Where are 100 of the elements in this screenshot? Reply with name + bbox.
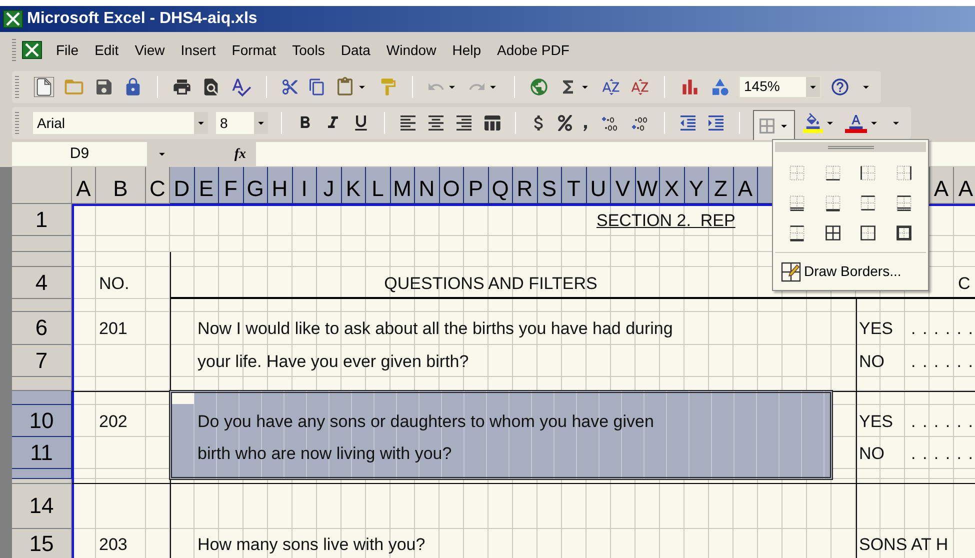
help-icon[interactable] [830, 76, 850, 96]
column-header[interactable]: W [636, 167, 660, 204]
align-right-icon[interactable] [454, 113, 474, 133]
sort-descending-icon[interactable] [630, 76, 650, 96]
menu-item[interactable]: Adobe PDF [491, 40, 576, 60]
row-header[interactable]: 7 [12, 345, 72, 377]
column-header[interactable]: A [734, 167, 758, 204]
column-header[interactable]: R [513, 167, 538, 204]
top-and-double-bottom-border-icon[interactable] [895, 194, 914, 212]
menu-item[interactable]: Data [334, 40, 376, 60]
insert-function-button[interactable]: fx [234, 144, 246, 164]
menu-item[interactable]: File [50, 40, 85, 60]
toolbar-grip[interactable] [15, 112, 19, 134]
column-header[interactable]: X [660, 167, 684, 204]
menu-item[interactable]: Insert [174, 40, 222, 60]
toolbar-grip[interactable] [12, 39, 16, 61]
print-icon[interactable] [172, 76, 192, 96]
menu-item[interactable]: Window [380, 40, 442, 60]
column-header[interactable]: N [415, 167, 440, 204]
font-size-dropdown[interactable]: 8 [216, 112, 268, 134]
row-header[interactable]: 10 [12, 405, 72, 437]
column-header[interactable]: A [954, 167, 975, 204]
column-header[interactable]: U [586, 167, 611, 204]
column-header[interactable]: B [96, 167, 146, 204]
column-header[interactable]: O [440, 167, 464, 204]
paste-icon[interactable] [335, 76, 355, 96]
double-bottom-border-icon[interactable] [788, 194, 806, 212]
column-header[interactable]: J [317, 167, 342, 204]
menu-item[interactable]: Edit [88, 40, 125, 60]
column-header[interactable]: S [538, 167, 562, 204]
toolbar-grip[interactable] [15, 76, 19, 98]
copy-icon[interactable] [308, 78, 326, 96]
select-all-corner[interactable] [12, 167, 72, 204]
column-header[interactable]: D [170, 167, 194, 204]
decrease-indent-icon[interactable] [678, 113, 698, 133]
row-header[interactable]: 4 [12, 267, 72, 299]
row-header[interactable] [12, 479, 72, 484]
top-and-bottom-border-icon[interactable] [859, 194, 878, 212]
bottom-border-icon[interactable] [824, 164, 842, 182]
zoom-dropdown[interactable]: 145% [739, 76, 821, 98]
row-header[interactable] [12, 236, 72, 252]
globe-icon[interactable] [529, 76, 549, 96]
column-header[interactable]: A [72, 167, 96, 204]
column-header[interactable]: Y [684, 167, 709, 204]
merge-center-icon[interactable] [482, 113, 502, 133]
column-header[interactable]: K [342, 167, 366, 204]
font-dropdown[interactable]: Arial [33, 112, 208, 134]
column-header[interactable]: L [366, 167, 390, 204]
row-header[interactable]: 11 [12, 437, 72, 469]
row-header[interactable]: 1 [12, 204, 72, 236]
menu-item[interactable]: Tools [286, 40, 331, 60]
increase-indent-icon[interactable] [706, 113, 726, 133]
column-header[interactable]: P [464, 167, 488, 204]
outside-borders-icon[interactable] [859, 224, 878, 242]
drawing-icon[interactable] [710, 76, 730, 96]
thick-bottom-border-icon[interactable] [824, 194, 842, 212]
question-number: NO. [98, 274, 130, 292]
left-border-icon[interactable] [859, 164, 878, 182]
column-header[interactable]: I [292, 167, 317, 204]
align-center-icon[interactable] [426, 113, 446, 133]
name-box[interactable]: D9 [12, 142, 147, 166]
active-cell[interactable] [172, 393, 194, 404]
column-header[interactable]: A [930, 167, 954, 204]
column-header[interactable]: T [562, 167, 586, 204]
column-header[interactable]: Q [488, 167, 513, 204]
all-borders-icon[interactable] [824, 224, 842, 242]
align-left-icon[interactable] [398, 113, 418, 133]
row-header[interactable]: 14 [12, 484, 72, 529]
column-header[interactable]: H [268, 167, 292, 204]
column-header[interactable]: E [194, 167, 219, 204]
column-header[interactable]: G [244, 167, 268, 204]
top-and-thick-bottom-border-icon[interactable] [788, 224, 806, 242]
column-header[interactable]: C [146, 167, 170, 204]
menu-drag-handle[interactable] [775, 142, 926, 152]
percent-icon[interactable] [557, 115, 573, 131]
row-header[interactable] [12, 377, 72, 391]
menu-item[interactable]: Format [226, 40, 282, 60]
row-header[interactable] [12, 299, 72, 312]
menu-item[interactable]: View [128, 40, 171, 60]
new-document-icon[interactable] [34, 76, 54, 96]
save-icon[interactable] [94, 76, 114, 96]
column-header[interactable]: Z [709, 167, 734, 204]
section-title: SECTION 2. REP [596, 212, 736, 228]
cut-icon[interactable] [281, 78, 299, 96]
row-header[interactable]: 15 [12, 529, 72, 558]
paint-bucket-icon[interactable] [804, 113, 822, 129]
row-header[interactable] [12, 252, 72, 267]
thick-box-border-icon[interactable] [895, 224, 914, 242]
menu-item[interactable]: Help [446, 40, 487, 60]
font-color-icon[interactable] [847, 113, 865, 129]
column-header[interactable]: M [390, 167, 415, 204]
sort-ascending-icon[interactable] [601, 76, 621, 96]
row-header[interactable] [12, 469, 72, 479]
row-header[interactable] [12, 391, 72, 405]
column-header[interactable]: V [611, 167, 636, 204]
borders-button[interactable] [753, 110, 795, 140]
column-header[interactable]: F [219, 167, 244, 204]
right-border-icon[interactable] [895, 164, 914, 182]
draw-borders-item[interactable]: Draw Borders... [773, 253, 928, 290]
row-header[interactable]: 6 [12, 312, 72, 345]
